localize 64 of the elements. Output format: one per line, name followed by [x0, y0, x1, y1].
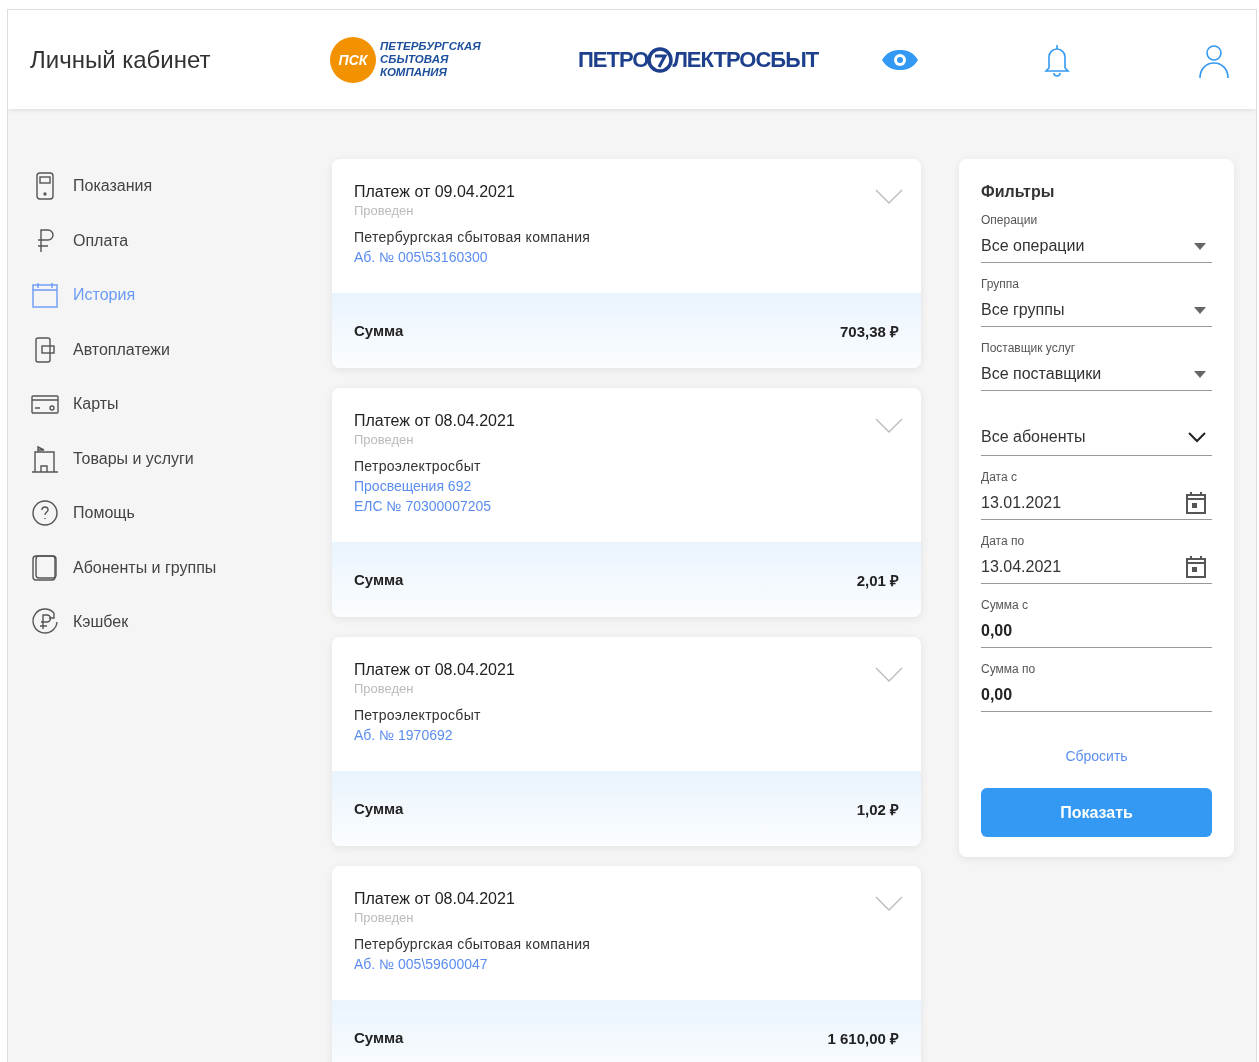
logo-icon: [647, 46, 674, 73]
input-field[interactable]: 0,00: [981, 679, 1212, 712]
payment-status: Проведен: [354, 432, 414, 449]
calendar-icon[interactable]: [1184, 491, 1208, 515]
field-label: Сумма по: [981, 662, 1037, 678]
payment-status: Проведен: [354, 681, 414, 698]
sum-value: 703,38 ₽: [839, 321, 899, 341]
input-field[interactable]: 13.01.2021: [981, 487, 1212, 520]
input-field[interactable]: 0,00: [981, 615, 1212, 648]
payment-status: Проведен: [354, 203, 414, 220]
sum-label: Сумма: [354, 322, 404, 339]
caret-icon: [1194, 370, 1206, 378]
chevron-down-icon[interactable]: [875, 418, 903, 434]
field-label: Группа: [981, 277, 1021, 293]
chevron-down-icon[interactable]: [875, 667, 903, 683]
sidebar-item[interactable]: Помощь: [30, 486, 332, 541]
chevron-down-icon[interactable]: [875, 896, 903, 912]
logo-text: ЛЕКТРОСБЫТ: [672, 46, 819, 73]
sidebar-item[interactable]: Абоненты и группы: [30, 540, 332, 595]
sidebar-item[interactable]: Показания: [30, 159, 332, 214]
caret-icon: [1194, 242, 1206, 250]
field-label: Операции: [981, 213, 1039, 229]
sum-value: 1,02 ₽: [856, 799, 899, 819]
payment-title: Платеж от 08.04.2021: [354, 412, 515, 431]
sum-value: 1 610,00 ₽: [827, 1028, 899, 1048]
select-field[interactable]: Все группы: [981, 294, 1212, 327]
calendar-icon[interactable]: [1184, 555, 1208, 579]
logo-text: ПЕТЕРБУРГСКАЯ СБЫТОВАЯ КОМПАНИЯ: [380, 40, 481, 79]
cards-icon: [30, 552, 60, 583]
payment-status: Проведен: [354, 910, 414, 927]
field-label: Дата по: [981, 534, 1026, 550]
field-label: Дата с: [981, 470, 1018, 486]
chevron-down-icon: [1188, 431, 1206, 443]
select-field[interactable]: Все поставщики: [981, 358, 1212, 391]
sum-label: Сумма: [354, 571, 404, 588]
payment-title: Платеж от 08.04.2021: [354, 890, 515, 909]
logo-text: ПЕТРО: [578, 46, 649, 73]
caret-icon: [1194, 306, 1206, 314]
calendar-icon: [30, 280, 60, 311]
field-label: Поставщик услуг: [981, 341, 1077, 357]
chevron-down-icon[interactable]: [875, 189, 903, 205]
payment-title: Платеж от 09.04.2021: [354, 183, 515, 202]
sum-label: Сумма: [354, 1029, 404, 1046]
sidebar-item[interactable]: Оплата: [30, 213, 332, 268]
provider-name: Петроэлектросбыт: [354, 458, 481, 476]
page-title: Личный кабинет: [30, 45, 212, 74]
sidebar-item[interactable]: Автоплатежи: [30, 322, 332, 377]
provider-name: Петроэлектросбыт: [354, 707, 481, 725]
sidebar-item[interactable]: Кэшбек: [30, 595, 332, 650]
sidebar-item[interactable]: Карты: [30, 377, 332, 432]
field-label: Сумма с: [981, 598, 1030, 614]
sum-value: 2,01 ₽: [856, 570, 899, 590]
provider-name: Петербургская сбытовая компания: [354, 229, 591, 247]
select-field[interactable]: Все абоненты: [981, 419, 1212, 456]
sidebar-item[interactable]: Товары и услуги: [30, 431, 332, 486]
input-field[interactable]: 13.04.2021: [981, 551, 1212, 584]
filters-title: Фильтры: [981, 183, 1056, 201]
select-field[interactable]: Все операции: [981, 230, 1212, 263]
building-icon: [30, 443, 60, 474]
sum-label: Сумма: [354, 800, 404, 817]
logo-badge: ПСК: [330, 36, 376, 83]
provider-name: Петербургская сбытовая компания: [354, 936, 591, 954]
payment-title: Платеж от 08.04.2021: [354, 661, 515, 680]
help-icon: [30, 498, 60, 529]
